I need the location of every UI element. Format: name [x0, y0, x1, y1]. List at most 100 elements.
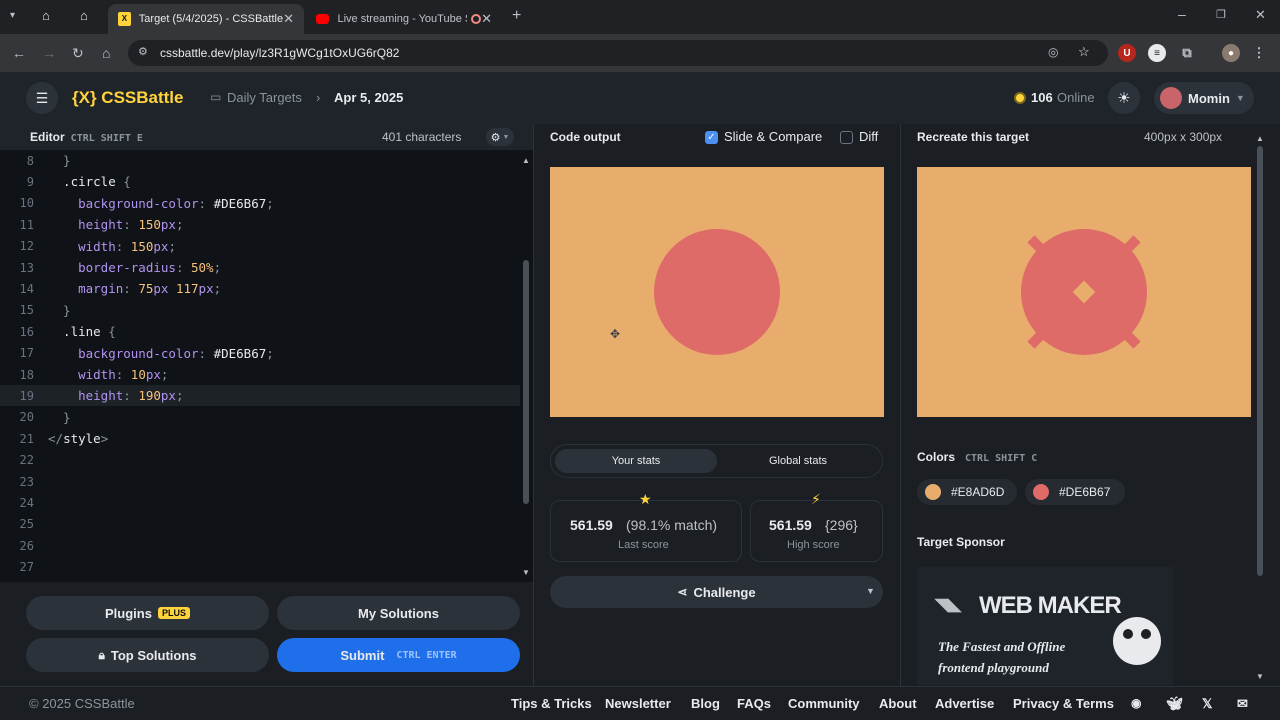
browser-tab-cssbattle[interactable]: X Target (5/4/2025) - CSSBattle ✕ — [108, 4, 304, 34]
tab-your-stats[interactable]: Your stats — [555, 449, 717, 473]
code-line[interactable]: 27 — [0, 557, 520, 578]
tab-global-stats[interactable]: Global stats — [717, 449, 879, 473]
scroll-down-icon[interactable]: ▼ — [522, 568, 530, 577]
code-line[interactable]: 13 border-radius: 50%; — [0, 257, 520, 278]
extensions-puzzle-icon[interactable]: ⧉ — [1178, 44, 1196, 62]
code-line[interactable]: 19 height: 190px; — [0, 385, 520, 407]
close-tab-icon[interactable]: ✕ — [283, 11, 294, 27]
footer-link-faqs[interactable]: FAQs — [737, 696, 771, 711]
right-scrollbar[interactable]: ▲ ▼ — [1256, 134, 1264, 682]
reload-icon[interactable]: ↻ — [72, 45, 84, 62]
scroll-down-icon[interactable]: ▼ — [1256, 672, 1264, 681]
new-tab-icon[interactable]: + — [512, 7, 521, 25]
mail-icon[interactable]: ✉ — [1237, 696, 1248, 712]
scroll-up-icon[interactable]: ▲ — [1256, 134, 1264, 143]
tab-search-icon[interactable]: ▾ — [10, 10, 15, 21]
cssbattle-logo[interactable]: {X} CSSBattle — [72, 88, 183, 108]
slide-compare-toggle[interactable]: ✓ Slide & Compare — [705, 129, 822, 145]
footer-link-advertise[interactable]: Advertise — [935, 696, 994, 711]
footer-link-newsletter[interactable]: Newsletter — [605, 696, 671, 711]
close-window-icon[interactable]: ✕ — [1255, 7, 1266, 23]
browser-menu-icon[interactable]: ⋮ — [1250, 44, 1268, 62]
profile-avatar-icon[interactable]: ● — [1222, 44, 1240, 62]
scrollbar-thumb[interactable] — [1257, 146, 1263, 576]
code-line[interactable]: 20 } — [0, 407, 520, 428]
panel-divider — [533, 124, 534, 686]
address-bar[interactable]: ⚙ cssbattle.dev/play/lz3R1gWCg1tOxUG6rQ8… — [128, 40, 1108, 66]
code-line[interactable]: 11 height: 150px; — [0, 214, 520, 235]
theme-toggle-button[interactable]: ☀ — [1108, 82, 1140, 114]
code-line[interactable]: 8 } — [0, 150, 520, 171]
x-twitter-icon[interactable]: 𝕏 — [1202, 696, 1212, 712]
code-line[interactable]: 15 } — [0, 300, 520, 321]
code-text: height: 150px; — [48, 217, 184, 233]
sponsor-banner[interactable]: ◥◣ WEB MAKER The Fastest and Offline fro… — [917, 567, 1173, 685]
line-number: 22 — [19, 453, 34, 468]
footer-link-privacy[interactable]: Privacy & Terms — [1013, 696, 1114, 711]
maximize-icon[interactable]: ❐ — [1216, 8, 1226, 21]
sponsor-title: Target Sponsor — [917, 535, 1005, 549]
code-line[interactable]: 9 .circle { — [0, 171, 520, 192]
code-output-canvas[interactable]: ✥ — [550, 167, 884, 417]
colors-title: Colors — [917, 450, 956, 464]
code-line[interactable]: 23 — [0, 471, 520, 492]
site-info-icon[interactable]: ⚙ — [138, 45, 148, 58]
code-editor[interactable]: 8 } 9 .circle {10 background-color: #DE6B… — [0, 150, 533, 582]
discord-icon[interactable]: ◉ — [1131, 696, 1141, 710]
chevron-down-icon[interactable]: ▼ — [866, 586, 875, 596]
bluesky-icon[interactable]: 🦋︎ — [1166, 696, 1183, 712]
submit-button[interactable]: Submit CTRL ENTER — [277, 638, 520, 672]
footer-link-blog[interactable]: Blog — [691, 696, 720, 711]
footer-link-about[interactable]: About — [879, 696, 917, 711]
plugins-button[interactable]: Plugins PLUS — [26, 596, 269, 630]
code-line[interactable]: 14 margin: 75px 117px; — [0, 278, 520, 299]
footer-link-community[interactable]: Community — [788, 696, 860, 711]
browser-tab-youtube[interactable]: Live streaming - YouTube S ✕ — [306, 4, 502, 34]
code-line[interactable]: 22 — [0, 450, 520, 471]
browser-tab-bar: ▾ ⌂ ⌂ X Target (5/4/2025) - CSSBattle ✕ … — [0, 0, 1280, 34]
color-chip-e8ad6d[interactable]: #E8AD6D — [917, 479, 1017, 505]
extension-icon[interactable]: ≡ — [1148, 44, 1166, 62]
my-solutions-button[interactable]: My Solutions — [277, 596, 520, 630]
home-tab-icon[interactable]: ⌂ — [42, 8, 50, 23]
scrollbar-thumb[interactable] — [523, 260, 529, 504]
code-line[interactable]: 10 background-color: #DE6B67; — [0, 193, 520, 214]
ublock-icon[interactable]: U — [1118, 44, 1136, 62]
editor-header: Editor CTRL SHIFT E 401 characters ⚙ ▼ — [0, 124, 533, 150]
checkbox-checked-icon[interactable]: ✓ — [705, 131, 718, 145]
top-solutions-button[interactable]: 🔒︎ Top Solutions — [26, 638, 269, 672]
recording-icon — [471, 14, 482, 24]
code-line[interactable]: 26 — [0, 535, 520, 556]
stats-tabs: Your stats Global stats — [550, 444, 883, 478]
code-line[interactable]: 17 background-color: #DE6B67; — [0, 343, 520, 364]
eye-off-icon[interactable]: ◎ — [1048, 45, 1058, 59]
user-menu-button[interactable]: Momin ▼ — [1154, 82, 1254, 114]
lock-icon: 🔒︎ — [98, 647, 105, 662]
editor-settings-button[interactable]: ⚙ ▼ — [486, 128, 514, 146]
home-icon[interactable]: ⌂ — [102, 45, 110, 61]
breadcrumb-daily-targets[interactable]: Daily Targets — [227, 90, 302, 105]
bookmark-star-icon[interactable]: ☆ — [1078, 44, 1090, 60]
code-line[interactable]: 21 </style> — [0, 428, 520, 449]
code-line[interactable]: 18 width: 10px; — [0, 364, 520, 385]
menu-button[interactable]: ☰ — [26, 82, 58, 114]
code-line[interactable]: 12 width: 150px; — [0, 236, 520, 257]
color-chip-de6b67[interactable]: #DE6B67 — [1025, 479, 1125, 505]
code-line[interactable]: 25 — [0, 514, 520, 535]
code-line[interactable]: 24 — [0, 492, 520, 513]
scroll-up-icon[interactable]: ▲ — [522, 156, 530, 165]
back-icon[interactable]: ← — [12, 45, 26, 61]
online-dot-icon — [1014, 92, 1026, 104]
home-tab-icon[interactable]: ⌂ — [80, 8, 88, 23]
forward-icon[interactable]: → — [42, 45, 56, 61]
challenge-button[interactable]: ⋖ Challenge ▼ — [550, 576, 883, 608]
code-line[interactable]: 16 .line { — [0, 321, 520, 342]
breadcrumb-current: Apr 5, 2025 — [334, 90, 404, 105]
minimize-icon[interactable]: – — [1178, 6, 1186, 22]
close-tab-icon[interactable]: ✕ — [481, 11, 492, 27]
diff-toggle[interactable]: Diff — [840, 129, 878, 145]
checkbox-unchecked-icon[interactable] — [840, 131, 853, 145]
global-stats-label: Global stats — [768, 455, 828, 467]
editor-scrollbar[interactable]: ▲ ▼ — [521, 156, 531, 580]
footer-link-tips[interactable]: Tips & Tricks — [511, 696, 592, 711]
